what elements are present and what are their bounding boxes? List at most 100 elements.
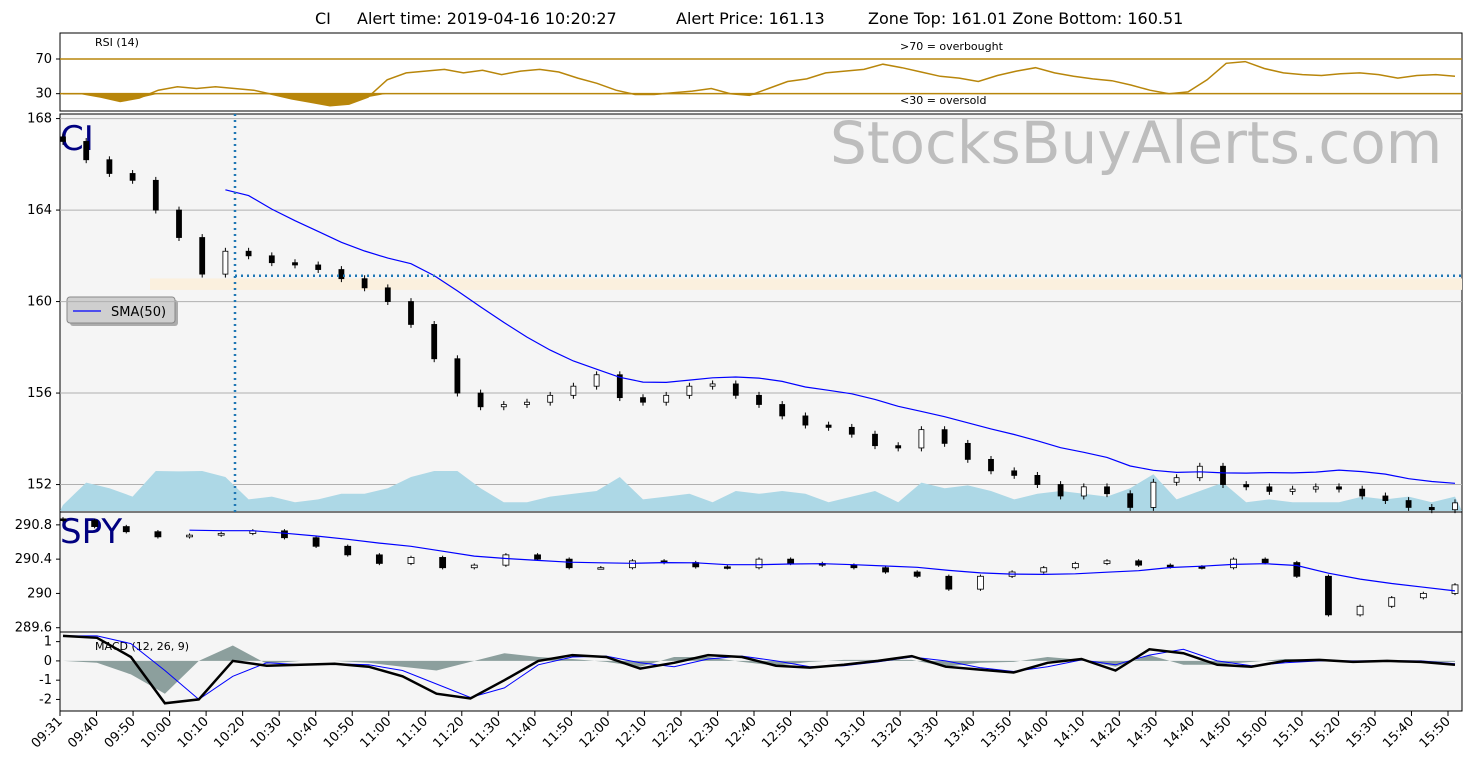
x-tick-label: 13:00 xyxy=(796,714,833,751)
ci-candle xyxy=(895,445,902,449)
spy-candle xyxy=(1356,605,1364,616)
ci-candle xyxy=(152,179,159,211)
macd-panel xyxy=(59,631,1463,712)
spy-candle xyxy=(597,567,605,570)
spy-candle xyxy=(977,575,984,590)
spy-candle xyxy=(217,533,225,536)
title-alert-price: Alert Price: 161.13 xyxy=(676,9,825,28)
ci-candle xyxy=(245,250,252,257)
spy-candle xyxy=(439,557,447,569)
spy-candle xyxy=(723,566,731,569)
spy-candle xyxy=(186,534,193,538)
ci-y-tick-label: 168 xyxy=(27,112,52,127)
ci-candle xyxy=(408,301,414,325)
macd-y-tick-label: -2 xyxy=(39,692,52,707)
alert-chart: CI Alert time: 2019-04-16 10:20:27 Alert… xyxy=(0,0,1473,770)
ci-candle xyxy=(732,383,739,396)
ci-candle xyxy=(106,159,113,174)
macd-title: MACD (12, 26, 9) xyxy=(95,640,189,653)
x-tick-label: 10:10 xyxy=(175,714,212,751)
x-tick-label: 11:20 xyxy=(431,714,468,751)
ci-candle xyxy=(825,424,832,428)
ci-candle xyxy=(1452,502,1458,511)
watermark: StocksBuyAlerts.com xyxy=(830,109,1442,177)
x-tick-label: 13:20 xyxy=(869,714,906,751)
alert-zone-band xyxy=(150,278,1462,290)
spy-candle xyxy=(1388,597,1396,607)
rsi-panel xyxy=(59,32,1463,112)
spy-candle xyxy=(882,567,889,573)
chart-canvas: CI Alert time: 2019-04-16 10:20:27 Alert… xyxy=(15,9,1463,751)
ci-candle xyxy=(292,262,298,266)
rsi-y-tick-label: 30 xyxy=(35,87,52,102)
ci-y-tick-label: 152 xyxy=(27,478,52,493)
spy-candle xyxy=(850,564,858,569)
spy-candle xyxy=(565,558,573,569)
spy-candle xyxy=(502,554,510,566)
ci-candle xyxy=(1312,486,1319,490)
spy-candle xyxy=(91,520,99,527)
macd-y-tick-label: -1 xyxy=(39,673,52,688)
ci-candle xyxy=(1289,488,1296,492)
x-tick-label: 15:30 xyxy=(1344,714,1381,751)
spy-candle xyxy=(629,560,636,569)
spy-candle xyxy=(312,537,320,547)
x-tick-label: 12:20 xyxy=(650,714,687,751)
ci-candle xyxy=(593,374,600,387)
x-tick-label: 11:10 xyxy=(394,714,431,751)
ci-candle xyxy=(477,392,484,408)
x-tick-label: 15:10 xyxy=(1271,714,1308,751)
spy-candle xyxy=(470,564,478,569)
macd-y-tick-label: 1 xyxy=(44,635,52,650)
ci-candle xyxy=(941,429,948,444)
ci-candle xyxy=(872,433,878,447)
ci-candle xyxy=(60,136,66,142)
ci-candle xyxy=(547,394,554,403)
ci-candle xyxy=(1080,486,1087,497)
spy-candle xyxy=(945,575,953,590)
ci-candle xyxy=(222,250,229,275)
x-tick-label: 14:10 xyxy=(1051,714,1088,751)
ci-candle xyxy=(663,394,670,403)
ci-y-tick-label: 160 xyxy=(27,295,52,310)
spy-candle xyxy=(375,554,383,564)
spy-candle xyxy=(1135,560,1143,566)
spy-candle xyxy=(1103,560,1111,564)
ci-candle xyxy=(640,397,646,403)
x-tick-label: 14:30 xyxy=(1125,714,1162,751)
ci-candle xyxy=(1011,470,1018,476)
x-tick-label: 10:00 xyxy=(138,714,175,751)
title-alert-time: Alert time: 2019-04-16 10:20:27 xyxy=(357,9,617,28)
x-tick-label: 15:40 xyxy=(1380,714,1417,751)
ci-y-tick-label: 156 xyxy=(27,386,52,401)
spy-candle xyxy=(1071,563,1079,569)
x-tick-label: 15:00 xyxy=(1234,714,1271,751)
ci-candle xyxy=(1150,481,1157,508)
ci-candle xyxy=(1104,486,1110,495)
ci-candle xyxy=(524,401,530,405)
x-tick-label: 12:00 xyxy=(577,714,614,751)
ci-candle xyxy=(500,404,507,408)
ci-candle xyxy=(268,255,275,264)
x-tick-label: 10:40 xyxy=(284,714,321,751)
spy-candle xyxy=(1419,593,1427,599)
ci-candle xyxy=(1127,493,1134,508)
ci-candle xyxy=(686,385,693,396)
ci-candle xyxy=(129,173,136,181)
x-tick-label: 09:40 xyxy=(65,714,102,751)
ci-candle xyxy=(431,324,438,360)
x-tick-label: 14:20 xyxy=(1088,714,1125,751)
ci-candle xyxy=(1405,500,1412,508)
x-tick-label: 12:10 xyxy=(613,714,650,751)
spy-y-tick-label: 289.6 xyxy=(15,621,52,636)
ci-candle xyxy=(1382,495,1389,501)
x-tick-label: 13:40 xyxy=(942,714,979,751)
ci-y-tick-label: 164 xyxy=(27,203,52,218)
spy-candle xyxy=(154,531,162,538)
spy-candle xyxy=(1040,567,1048,573)
title-zone: Zone Top: 161.01 Zone Bottom: 160.51 xyxy=(868,9,1183,28)
spy-y-tick-label: 290.8 xyxy=(15,518,52,533)
spy-candle xyxy=(59,518,67,521)
macd-y-tick-label: 0 xyxy=(44,654,52,669)
x-tick-label: 11:30 xyxy=(467,714,504,751)
